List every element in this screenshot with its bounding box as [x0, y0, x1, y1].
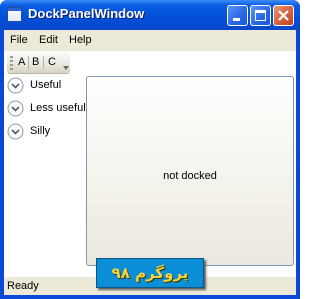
maximize-icon [255, 10, 266, 21]
menu-file[interactable]: File [10, 34, 28, 46]
undocked-panel-text: not docked [163, 170, 217, 182]
chevron-down-icon[interactable] [7, 77, 24, 94]
list-item-useful[interactable]: Useful [7, 77, 87, 96]
window-title: DockPanelWindow [28, 6, 145, 21]
toolbar-separator [28, 56, 29, 69]
menu-edit[interactable]: Edit [39, 34, 58, 46]
list-item-label: Less useful [30, 102, 86, 114]
close-icon [278, 10, 289, 21]
menu-bar: File Edit Help [4, 30, 296, 51]
list-item-label: Useful [30, 79, 62, 91]
maximize-button[interactable] [250, 5, 271, 26]
client-area: File Edit Help A B C Useful Less useful … [4, 30, 296, 295]
minimize-icon [233, 18, 240, 21]
title-bar[interactable]: DockPanelWindow [0, 0, 300, 30]
chevron-down-icon[interactable] [7, 100, 24, 117]
window-icon[interactable] [7, 7, 22, 22]
toolbar-separator [43, 56, 44, 69]
chevron-down-icon[interactable] [7, 123, 24, 140]
toolbar-button-a[interactable]: A [18, 56, 25, 68]
watermark-logo: پروگرم ۹۸ [96, 258, 204, 288]
watermark-text: پروگرم ۹۸ [111, 264, 189, 282]
toolbar-overflow-icon[interactable] [63, 65, 69, 71]
menu-help[interactable]: Help [69, 34, 92, 46]
toolbar-button-b[interactable]: B [32, 56, 39, 68]
status-text: Ready [7, 280, 39, 292]
list-item-less-useful[interactable]: Less useful [7, 100, 87, 119]
app-window: DockPanelWindow File Edit Help A B C Use… [0, 0, 300, 299]
list-item-silly[interactable]: Silly [7, 123, 87, 142]
toolbar-grip[interactable] [10, 56, 13, 70]
toolbar: A B C [7, 52, 70, 73]
minimize-button[interactable] [227, 5, 248, 26]
list-item-label: Silly [30, 125, 51, 137]
close-button[interactable] [273, 5, 294, 26]
toolbar-button-c[interactable]: C [48, 56, 56, 68]
undocked-panel: not docked [86, 76, 294, 266]
